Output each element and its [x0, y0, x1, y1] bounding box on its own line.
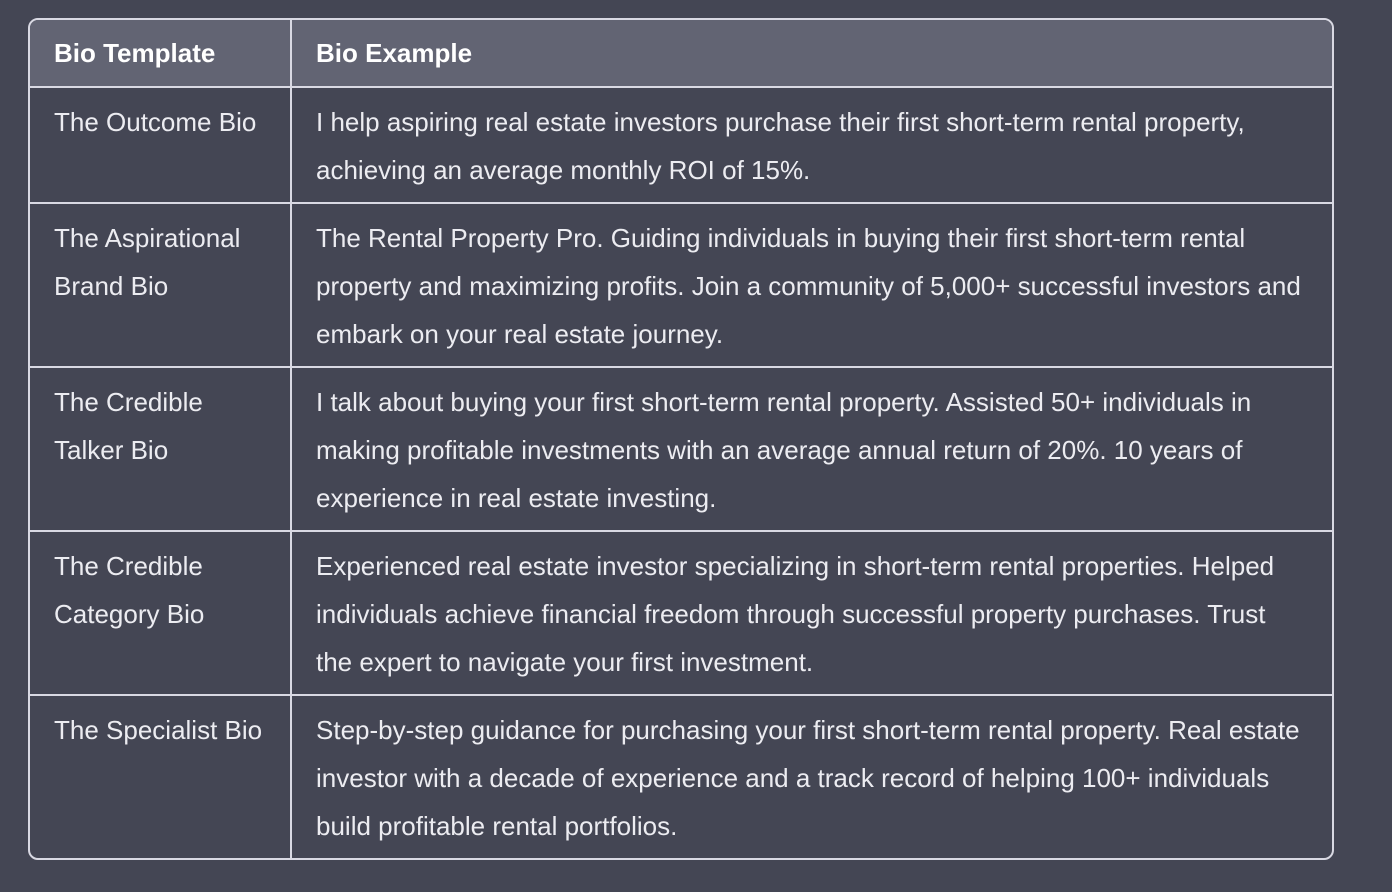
bio-table-container: Bio Template Bio Example The Outcome Bio…: [28, 18, 1334, 860]
cell-example: I talk about buying your first short-ter…: [290, 366, 1332, 531]
table-row: The Outcome Bio I help aspiring real est…: [30, 86, 1332, 203]
table-row: The Credible Talker Bio I talk about buy…: [30, 366, 1332, 531]
cell-template: The Credible Category Bio: [30, 530, 291, 695]
cell-template: The Outcome Bio: [30, 86, 291, 203]
table-row: The Credible Category Bio Experienced re…: [30, 530, 1332, 695]
table-row: The Aspirational Brand Bio The Rental Pr…: [30, 202, 1332, 367]
cell-example: I help aspiring real estate investors pu…: [290, 86, 1332, 203]
cell-template: The Specialist Bio: [30, 694, 291, 858]
table-row: The Specialist Bio Step-by-step guidance…: [30, 694, 1332, 858]
header-bio-template: Bio Template: [30, 20, 291, 87]
cell-example: Step-by-step guidance for purchasing you…: [290, 694, 1332, 858]
cell-template: The Aspirational Brand Bio: [30, 202, 291, 367]
header-bio-example: Bio Example: [290, 20, 1332, 87]
header-row: Bio Template Bio Example: [30, 20, 1332, 87]
cell-example: The Rental Property Pro. Guiding individ…: [290, 202, 1332, 367]
table-body: The Outcome Bio I help aspiring real est…: [30, 86, 1332, 858]
cell-example: Experienced real estate investor special…: [290, 530, 1332, 695]
bio-table: Bio Template Bio Example The Outcome Bio…: [30, 20, 1332, 858]
cell-template: The Credible Talker Bio: [30, 366, 291, 531]
table-header: Bio Template Bio Example: [30, 20, 1332, 87]
